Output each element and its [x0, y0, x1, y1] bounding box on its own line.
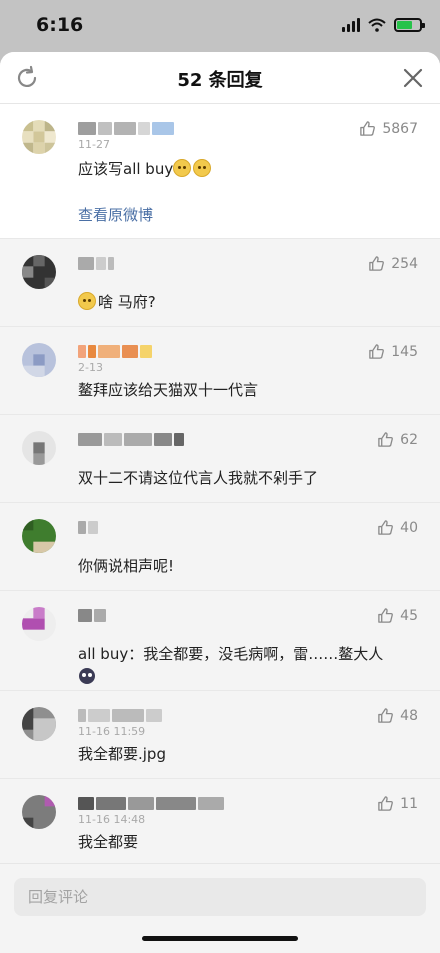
username-blurred[interactable]: [78, 122, 174, 135]
emoji-icon: [79, 668, 95, 684]
home-indicator: [142, 936, 298, 941]
thumbs-up-icon: [378, 608, 394, 623]
doge-emoji-icon: [193, 159, 212, 177]
reply-item: 11-16 14:48 11 我全都要: [0, 778, 440, 866]
username-blurred[interactable]: [78, 609, 106, 622]
like-button[interactable]: 254: [368, 255, 418, 272]
reply-item: 62 双十二不请这位代言人我就不剁手了: [0, 414, 440, 502]
username-blurred[interactable]: [78, 433, 184, 446]
username-blurred[interactable]: [78, 709, 162, 722]
like-button[interactable]: 48: [377, 707, 418, 724]
doge-emoji-icon: [173, 159, 192, 177]
avatar[interactable]: [22, 795, 56, 829]
like-button[interactable]: 11: [377, 795, 418, 812]
like-count: 145: [391, 343, 418, 360]
comment-text: 我全都要: [78, 833, 139, 851]
like-button[interactable]: 5867: [359, 120, 418, 137]
avatar[interactable]: [22, 255, 56, 289]
doge-emoji-icon: [78, 292, 96, 310]
wifi-icon: [368, 18, 386, 32]
battery-icon: [394, 18, 425, 32]
thumbs-up-icon: [360, 121, 376, 136]
comment-text: 你俩说相声呢!: [78, 557, 175, 575]
view-original-post-link[interactable]: 查看原微博: [78, 204, 153, 225]
comment-time: 2-13: [78, 361, 103, 374]
like-count: 48: [400, 707, 418, 724]
like-count: 11: [400, 795, 418, 812]
avatar[interactable]: [22, 120, 56, 154]
comment-time: 11-27: [78, 138, 110, 151]
replies-sheet: 52 条回复 11-27 5867 应该写all buy 查看原微博 254 啥…: [0, 52, 440, 953]
username-blurred[interactable]: [78, 345, 152, 358]
avatar[interactable]: [22, 519, 56, 553]
username-blurred[interactable]: [78, 521, 98, 534]
like-button[interactable]: 145: [368, 343, 418, 360]
avatar[interactable]: [22, 607, 56, 641]
like-button[interactable]: 40: [377, 519, 418, 536]
username-blurred[interactable]: [78, 257, 114, 270]
comment-time: 11-16 11:59: [78, 725, 146, 738]
close-icon[interactable]: [400, 65, 426, 91]
reply-item: 40 你俩说相声呢!: [0, 502, 440, 590]
thumbs-up-icon: [378, 708, 394, 723]
like-count: 45: [400, 607, 418, 624]
thumbs-up-icon: [369, 256, 385, 271]
avatar[interactable]: [22, 431, 56, 465]
status-time: 6:16: [36, 14, 84, 36]
thumbs-up-icon: [378, 796, 394, 811]
status-bar: 6:16: [0, 0, 440, 52]
reply-item: 45 all buy：我全都要，没毛病啊，雷……鳌大人: [0, 590, 440, 690]
like-count: 254: [391, 255, 418, 272]
root-comment: 11-27 5867 应该写all buy 查看原微博: [0, 104, 440, 238]
thumbs-up-icon: [378, 520, 394, 535]
thumbs-up-icon: [369, 344, 385, 359]
username-blurred[interactable]: [78, 797, 224, 810]
comment-text: 我全都要.jpg: [78, 745, 166, 763]
reply-input-bar: [0, 863, 440, 953]
avatar[interactable]: [22, 343, 56, 377]
comment-text: 应该写all buy: [78, 158, 213, 179]
avatar[interactable]: [22, 707, 56, 741]
status-icons: [342, 18, 425, 32]
like-count: 62: [400, 431, 418, 448]
comment-text: 鳌拜应该给天猫双十一代言: [78, 381, 259, 399]
like-button[interactable]: 45: [377, 607, 418, 624]
reply-item: 2-13 145 鳌拜应该给天猫双十一代言: [0, 326, 440, 414]
sheet-header: 52 条回复: [0, 52, 440, 104]
sheet-title: 52 条回复: [177, 70, 263, 91]
reply-item: 254 啥 马府?: [0, 238, 440, 326]
thumbs-up-icon: [378, 432, 394, 447]
like-button[interactable]: 62: [377, 431, 418, 448]
comment-text: 双十二不请这位代言人我就不剁手了: [78, 469, 319, 487]
comment-text: all buy：我全都要，没毛病啊，雷……鳌大人: [78, 645, 384, 663]
cellular-signal-icon: [342, 18, 360, 32]
comment-time: 11-16 14:48: [78, 813, 146, 826]
like-count: 40: [400, 519, 418, 536]
reply-item: 11-16 11:59 48 我全都要.jpg: [0, 690, 440, 778]
comment-text: 啥 马府?: [78, 291, 156, 312]
reply-input[interactable]: [14, 878, 426, 916]
like-count: 5867: [382, 120, 418, 137]
